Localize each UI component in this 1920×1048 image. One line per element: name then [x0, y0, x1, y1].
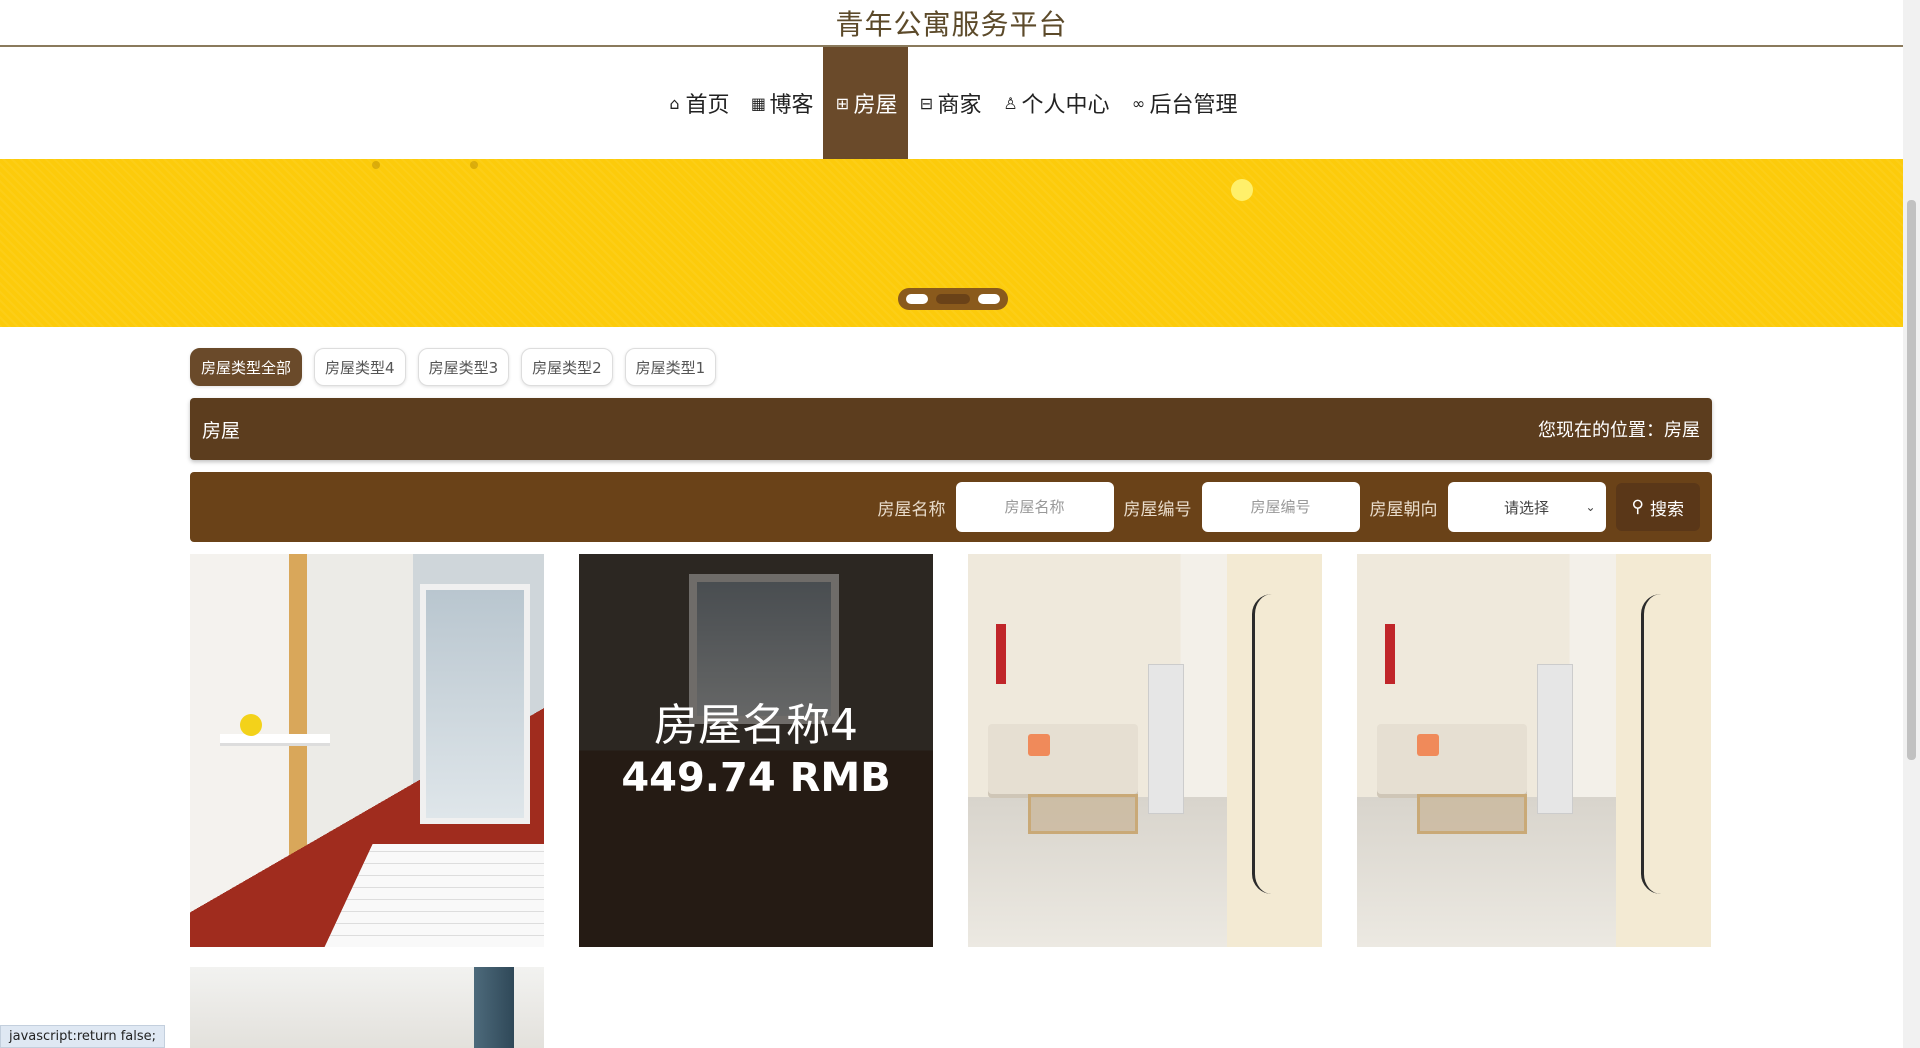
house-price: 449.74 RMB: [621, 754, 891, 801]
house-photo-vine: [1252, 594, 1292, 894]
carousel-dot-active[interactable]: [936, 294, 970, 304]
status-bar-url: javascript:return false;: [0, 1025, 166, 1048]
category-tab-1[interactable]: 房屋类型1: [624, 348, 717, 386]
orientation-value: 请选择: [1504, 498, 1550, 517]
page-scrollbar[interactable]: [1903, 0, 1920, 1048]
nav-item-blog[interactable]: ▦ 博客: [739, 47, 823, 159]
nav-label: 个人中心: [1021, 93, 1110, 118]
chevron-down-icon: ⌄: [1585, 500, 1596, 514]
breadcrumb: 您现在的位置：房屋: [1538, 420, 1700, 441]
orientation-select[interactable]: 请选择 ⌄: [1447, 482, 1606, 532]
nav-label: 博客: [769, 93, 814, 118]
page: 青年公寓服务平台 ⌂ 首页 ▦ 博客 ⊞ 房屋 ⊟ 商家 ♙ 个人中心 ∞ 后台…: [0, 0, 1920, 1048]
search-button-label: 搜索: [1650, 499, 1684, 520]
carousel-dot[interactable]: [906, 294, 928, 304]
house-code-label: 房屋编号: [1123, 499, 1192, 520]
house-photo-pillow: [1417, 734, 1439, 756]
nav-item-merchant[interactable]: ⊟ 商家: [908, 47, 992, 159]
house-icon: ⊞: [835, 93, 850, 113]
nav-item-home[interactable]: ⌂ 首页: [655, 47, 739, 159]
house-photo-window: [420, 584, 530, 824]
house-name-input[interactable]: [955, 482, 1114, 532]
house-photo-curtain: [474, 967, 514, 1048]
blog-icon: ▦: [750, 93, 767, 113]
nav-item-admin[interactable]: ∞ 后台管理: [1120, 47, 1248, 159]
house-card[interactable]: [190, 554, 544, 947]
banner-decoration: [1231, 179, 1253, 201]
nav-item-house[interactable]: ⊞ 房屋: [823, 47, 908, 159]
house-photo-sofa: [1377, 724, 1527, 794]
banner-decoration: [372, 161, 380, 169]
main-nav: ⌂ 首页 ▦ 博客 ⊞ 房屋 ⊟ 商家 ♙ 个人中心 ∞ 后台管理: [0, 47, 1903, 159]
nav-item-profile[interactable]: ♙ 个人中心: [992, 47, 1120, 159]
nav-label: 后台管理: [1149, 93, 1238, 118]
category-tab-3[interactable]: 房屋类型3: [417, 348, 510, 386]
house-card-overlay: 房屋名称4 449.74 RMB: [579, 554, 933, 947]
house-photo-pillow: [1028, 734, 1050, 756]
category-tabs: 房屋类型全部 房屋类型4 房屋类型3 房屋类型2 房屋类型1: [190, 348, 717, 386]
section-title: 房屋: [202, 419, 241, 442]
house-photo-lamp: [240, 714, 262, 736]
site-title: 青年公寓服务平台: [835, 7, 1068, 41]
search-button[interactable]: ⚲ 搜索: [1615, 483, 1700, 531]
house-code-input[interactable]: [1201, 482, 1360, 532]
link-icon: ∞: [1131, 93, 1146, 113]
house-photo-desk: [220, 734, 330, 746]
house-card-hovered[interactable]: 房屋名称4 449.74 RMB: [579, 554, 933, 947]
orientation-label: 房屋朝向: [1369, 499, 1438, 520]
house-name-label: 房屋名称: [877, 499, 946, 520]
hero-banner: [0, 159, 1903, 327]
house-card[interactable]: [968, 554, 1322, 947]
house-photo-table: [1417, 794, 1527, 834]
house-photo-table: [1028, 794, 1138, 834]
site-header: 青年公寓服务平台: [0, 0, 1903, 47]
category-tab-4[interactable]: 房屋类型4: [314, 348, 406, 386]
search-bar: 房屋名称 房屋编号 房屋朝向 请选择 ⌄ ⚲ 搜索: [190, 472, 1712, 542]
house-photo-rug: [307, 844, 544, 947]
house-name: 房屋名称4: [654, 699, 858, 751]
nav-label: 商家: [937, 93, 982, 118]
merchant-icon: ⊟: [919, 93, 934, 113]
carousel-indicators: [898, 288, 1008, 310]
house-photo-sofa: [988, 724, 1138, 794]
house-photo-ornament: [1385, 624, 1395, 684]
category-tab-all[interactable]: 房屋类型全部: [190, 348, 303, 386]
house-card[interactable]: [190, 967, 544, 1048]
user-icon: ♙: [1003, 93, 1018, 113]
house-card[interactable]: [1357, 554, 1711, 947]
house-photo-ornament: [996, 624, 1006, 684]
scrollbar-thumb[interactable]: [1907, 200, 1916, 760]
category-tab-2[interactable]: 房屋类型2: [521, 348, 613, 386]
house-photo-vine: [1641, 594, 1681, 894]
house-photo-fridge: [1148, 664, 1184, 814]
search-icon: ⚲: [1631, 497, 1644, 517]
nav-label: 房屋: [853, 93, 898, 118]
section-header: 房屋 您现在的位置：房屋: [190, 398, 1712, 460]
house-photo-fridge: [1537, 664, 1573, 814]
banner-decoration: [470, 161, 478, 169]
nav-label: 首页: [685, 93, 730, 118]
carousel-dot[interactable]: [978, 294, 1000, 304]
home-icon: ⌂: [669, 93, 680, 113]
